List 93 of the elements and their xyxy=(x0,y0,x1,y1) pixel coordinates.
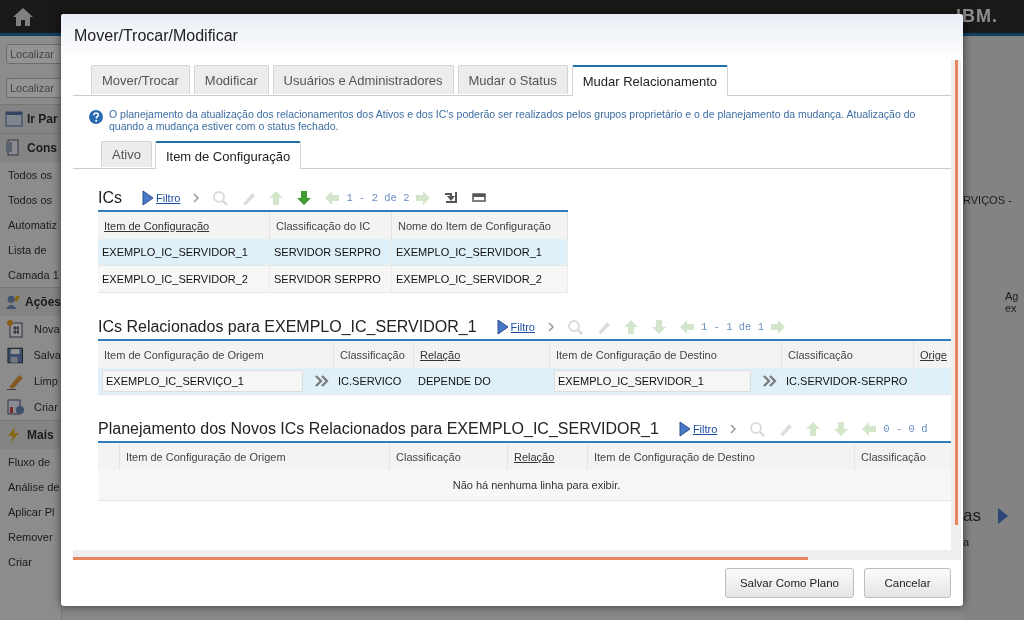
search-field[interactable]: Localizar xyxy=(6,44,61,64)
filter-link[interactable]: Filtro xyxy=(692,423,718,435)
cancel-button[interactable]: Cancelar xyxy=(864,568,951,598)
home-icon[interactable] xyxy=(12,6,34,27)
help-icon[interactable] xyxy=(89,110,103,124)
text: a xyxy=(963,536,971,548)
sidebar-item[interactable]: Todos os xyxy=(0,187,61,212)
tab[interactable]: Ativo xyxy=(101,141,152,167)
column-header: Classificação xyxy=(334,341,414,368)
filter-link[interactable]: Filtro xyxy=(510,321,535,333)
column-header[interactable]: Item de Configuração xyxy=(98,212,270,239)
column-header: Item de Configuração de Origem xyxy=(98,341,334,368)
sidebar-item[interactable]: Camada 1 xyxy=(0,262,61,287)
window-icon xyxy=(5,110,23,128)
tab[interactable]: Mudar o Status xyxy=(457,65,568,94)
table-cell: EXEMPLO_IC_SERVIDOR_2 xyxy=(98,266,270,293)
tab[interactable]: Item de Configuração xyxy=(154,141,302,169)
sidebar-item[interactable]: Todos os xyxy=(0,162,61,187)
tab[interactable]: Usuários e Administradores xyxy=(272,65,454,94)
play-icon[interactable] xyxy=(678,421,691,437)
tab[interactable]: Mover/Trocar xyxy=(91,65,190,94)
sidebar-item[interactable]: Lista de xyxy=(0,237,61,262)
column-header: Classificação do IC xyxy=(270,212,392,239)
text: ex xyxy=(1005,302,1018,314)
save-plan-button[interactable]: Salvar Como Plano xyxy=(724,568,854,598)
dialog-title: Mover/Trocar/Modificar xyxy=(61,14,963,60)
sidebar-item[interactable]: Remover xyxy=(0,524,61,549)
chevron-icon[interactable] xyxy=(192,193,201,203)
text: Ag xyxy=(1005,290,1020,302)
input-field[interactable]: EXEMPLO_IC_SERVIDOR_1 xyxy=(554,370,751,392)
sidebar-header[interactable]: Cons xyxy=(0,133,61,162)
people-icon xyxy=(5,293,21,311)
table-cell: SERVIDOR SERPRO xyxy=(270,266,392,293)
column-header: Item de Configuração de Destino xyxy=(550,341,782,368)
sidebar-item[interactable]: Criar xyxy=(34,401,58,413)
sidebar-item[interactable]: Nova xyxy=(34,323,60,335)
filter-link[interactable]: Filtro xyxy=(156,192,181,204)
sidebar-header[interactable]: Ações xyxy=(0,287,61,316)
play-icon[interactable] xyxy=(142,190,154,206)
column-header[interactable]: Relação xyxy=(508,443,588,470)
text: RVIÇOS - xyxy=(963,194,1013,206)
table-cell: IC.SERVICO xyxy=(334,368,414,395)
pagination-text: 0 - 0 d xyxy=(883,423,928,435)
double-chevron-icon[interactable] xyxy=(315,375,329,387)
double-chevron-icon[interactable] xyxy=(763,375,777,387)
table-cell: SERVIDOR SERPRO xyxy=(270,239,392,266)
info-text: quando a mudança estiver com o status fechado. xyxy=(109,120,340,132)
sidebar-item[interactable]: Salva xyxy=(33,349,61,361)
tab[interactable]: Modificar xyxy=(193,65,269,94)
column-header: Classificação xyxy=(782,341,914,368)
table-cell: DEPENDE DO xyxy=(414,368,550,395)
input-field[interactable]: EXEMPLO_IC_SERVIÇO_1 xyxy=(102,370,303,392)
column-header: Classificação xyxy=(390,443,508,470)
download-icon[interactable] xyxy=(443,190,460,206)
column-header[interactable]: Relação xyxy=(414,341,550,368)
save-icon[interactable] xyxy=(6,346,24,364)
play-icon[interactable] xyxy=(496,319,509,335)
pagination-text: 1 - 2 de 2 xyxy=(346,192,410,204)
section-title: as xyxy=(963,506,981,526)
table-cell: EXEMPLO_IC_SERVIDOR_1 xyxy=(392,239,568,266)
chevron-icon[interactable] xyxy=(729,424,738,434)
search-field[interactable]: Localizar xyxy=(6,78,61,98)
new-record-icon[interactable] xyxy=(6,320,24,338)
sidebar-item[interactable]: Análise de xyxy=(0,474,61,499)
section-title: ICs Relacionados para EXEMPLO_IC_SERVIDOR_1 xyxy=(98,318,477,336)
info-text: O planejamento da atualização dos relacionamentos dos Ativos e dos IC's poderão ser realizados pelos grupos proprietário e o de planejamento da mudança. Atualização do xyxy=(109,108,916,120)
sidebar-item[interactable]: Limp xyxy=(34,375,58,387)
column-header: Nome do Item de Configuração xyxy=(392,212,568,239)
report-icon[interactable] xyxy=(6,398,24,416)
header-cell xyxy=(98,443,120,470)
scrollbar[interactable] xyxy=(951,60,961,550)
scrollbar[interactable] xyxy=(73,550,961,560)
empty-message: Não há nenhuma linha para exibir. xyxy=(98,470,951,501)
sidebar-item[interactable]: Automatiz xyxy=(0,212,61,237)
pagination-text: 1 - 1 de 1 xyxy=(701,321,764,333)
section-title: Planejamento dos Novos ICs Relacionados para EXEMPLO_IC_SERVIDOR_1 xyxy=(98,420,659,438)
table-cell: IC.SERVIDOR-SERPRO xyxy=(782,368,914,395)
column-header: Item de Configuração de Destino xyxy=(588,443,855,470)
section-title: ICs xyxy=(98,189,122,207)
chevron-icon[interactable] xyxy=(547,322,555,332)
table-cell: EXEMPLO_IC_SERVIDOR_1 xyxy=(98,239,270,266)
down-arrow-icon[interactable] xyxy=(296,190,313,206)
column-header: Classificação xyxy=(855,443,951,470)
table-cell: EXEMPLO_IC_SERVIDOR_2 xyxy=(392,266,568,293)
sidebar-item[interactable]: Fluxo de xyxy=(0,449,61,474)
column-header: Item de Configuração de Origem xyxy=(120,443,390,470)
sidebar-header[interactable]: Ir Par xyxy=(0,104,61,133)
column-header[interactable]: Orige xyxy=(914,341,951,368)
tab[interactable]: Mudar Relacionamento xyxy=(571,65,729,96)
sidebar-item[interactable]: Aplicar Pl xyxy=(0,499,61,524)
sidebar-item[interactable]: Criar xyxy=(0,549,61,574)
eraser-icon[interactable] xyxy=(6,372,24,390)
sidebar-header[interactable]: Mais xyxy=(0,420,61,449)
